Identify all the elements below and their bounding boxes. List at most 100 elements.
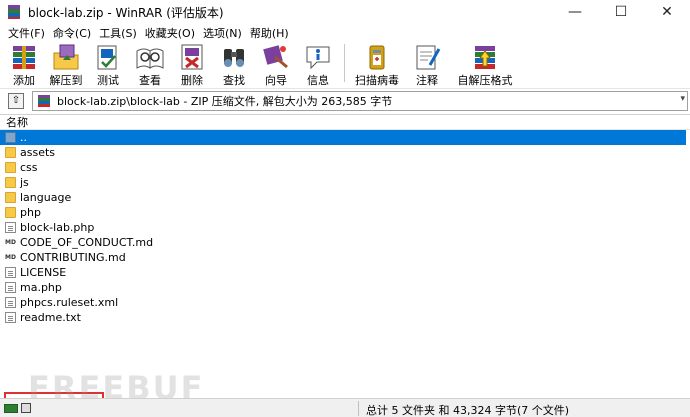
wizard-icon bbox=[261, 43, 291, 71]
file-icon bbox=[5, 312, 16, 323]
add-archive-icon bbox=[9, 43, 39, 71]
comment-button[interactable]: 注释 bbox=[407, 42, 447, 87]
drive-icon[interactable] bbox=[21, 403, 31, 413]
file-name: CONTRIBUTING.md bbox=[20, 251, 126, 264]
minimize-icon: — bbox=[568, 4, 582, 20]
delete-button[interactable]: 删除 bbox=[172, 42, 212, 87]
winrar-app-icon[interactable] bbox=[6, 4, 22, 20]
folder-icon bbox=[5, 162, 16, 173]
toolbar: 添加 解压到 测试 查看 删除 查找 向导 信息 扫描病毒 注释 自解压格式 bbox=[0, 42, 690, 87]
file-name: LICENSE bbox=[20, 266, 67, 279]
file-name: css bbox=[20, 161, 38, 174]
archive-icon bbox=[37, 95, 51, 107]
maximize-button[interactable]: ☐ bbox=[598, 0, 644, 24]
menu-commands[interactable]: 命令(C) bbox=[49, 25, 95, 41]
chevron-down-icon[interactable]: ▾ bbox=[680, 94, 685, 104]
column-header-label: 名称 bbox=[6, 116, 28, 129]
list-item[interactable]: readme.txt bbox=[0, 310, 690, 325]
view-button[interactable]: 查看 bbox=[130, 42, 170, 87]
key-icon[interactable] bbox=[4, 403, 18, 413]
file-icon bbox=[5, 267, 16, 278]
delete-icon bbox=[177, 43, 207, 71]
file-name: php bbox=[20, 206, 41, 219]
wizard-button[interactable]: 向导 bbox=[256, 42, 296, 87]
info-icon bbox=[303, 43, 333, 71]
list-item[interactable]: language bbox=[0, 190, 690, 205]
delete-label: 删除 bbox=[181, 74, 203, 87]
file-name: assets bbox=[20, 146, 56, 159]
folder-icon bbox=[5, 207, 16, 218]
file-name: ma.php bbox=[20, 281, 62, 294]
list-item[interactable]: LICENSE bbox=[0, 265, 690, 280]
list-item[interactable]: assets bbox=[0, 145, 690, 160]
comment-label: 注释 bbox=[416, 74, 438, 87]
menu-favorites[interactable]: 收藏夹(O) bbox=[141, 25, 199, 41]
virus-scan-label: 扫描病毒 bbox=[355, 74, 399, 87]
file-icon bbox=[5, 297, 16, 308]
info-label: 信息 bbox=[307, 74, 329, 87]
list-item[interactable]: css bbox=[0, 160, 690, 175]
column-header-name[interactable]: 名称 bbox=[0, 115, 690, 130]
sfx-button[interactable]: 自解压格式 bbox=[449, 42, 521, 87]
file-name: CODE_OF_CONDUCT.md bbox=[20, 236, 154, 249]
path-combobox[interactable]: block-lab.zip\block-lab - ZIP 压缩文件, 解包大小… bbox=[32, 91, 688, 111]
find-icon bbox=[219, 43, 249, 71]
find-label: 查找 bbox=[223, 74, 245, 87]
markdown-file-icon: MD bbox=[5, 237, 16, 248]
file-name: .. bbox=[20, 131, 27, 144]
view-label: 查看 bbox=[139, 74, 161, 87]
file-name: js bbox=[20, 176, 29, 189]
sfx-label: 自解压格式 bbox=[457, 74, 513, 87]
list-item[interactable]: ma.php bbox=[0, 280, 690, 295]
list-item[interactable]: block-lab.php bbox=[0, 220, 690, 235]
menu-bar: 文件(F) 命令(C) 工具(S) 收藏夹(O) 选项(N) 帮助(H) bbox=[0, 24, 690, 42]
comment-icon bbox=[412, 43, 442, 71]
extract-to-button[interactable]: 解压到 bbox=[46, 42, 86, 87]
menu-options[interactable]: 选项(N) bbox=[199, 25, 246, 41]
list-item[interactable]: php bbox=[0, 205, 690, 220]
virus-scan-icon bbox=[362, 43, 392, 71]
toolbar-separator bbox=[344, 44, 345, 82]
folder-icon bbox=[5, 192, 16, 203]
up-arrow-icon: ⇧ bbox=[11, 95, 21, 106]
status-summary: 总计 5 文件夹 和 43,324 字节(7 个文件) bbox=[366, 404, 570, 417]
list-item[interactable]: phpcs.ruleset.xml bbox=[0, 295, 690, 310]
status-divider bbox=[358, 401, 359, 416]
info-button[interactable]: 信息 bbox=[298, 42, 338, 87]
folder-icon bbox=[5, 147, 16, 158]
maximize-icon: ☐ bbox=[614, 4, 628, 20]
test-label: 测试 bbox=[97, 74, 119, 87]
test-button[interactable]: 测试 bbox=[88, 42, 128, 87]
list-item[interactable]: MD CONTRIBUTING.md bbox=[0, 250, 690, 265]
virus-scan-button[interactable]: 扫描病毒 bbox=[349, 42, 405, 87]
find-button[interactable]: 查找 bbox=[214, 42, 254, 87]
test-icon bbox=[93, 43, 123, 71]
minimize-button[interactable]: — bbox=[552, 0, 598, 24]
list-item[interactable]: MD CODE_OF_CONDUCT.md bbox=[0, 235, 690, 250]
close-button[interactable]: ✕ bbox=[644, 0, 690, 24]
path-text: block-lab.zip\block-lab - ZIP 压缩文件, 解包大小… bbox=[57, 95, 393, 108]
close-icon: ✕ bbox=[661, 4, 673, 20]
address-bar: ⇧ block-lab.zip\block-lab - ZIP 压缩文件, 解包… bbox=[0, 88, 690, 112]
title-bar: block-lab.zip - WinRAR (评估版本) — ☐ ✕ bbox=[0, 0, 690, 24]
file-name: block-lab.php bbox=[20, 221, 95, 234]
file-name: language bbox=[20, 191, 72, 204]
up-folder-button[interactable]: ⇧ bbox=[8, 92, 24, 109]
menu-tools[interactable]: 工具(S) bbox=[95, 25, 141, 41]
folder-up-icon bbox=[5, 132, 16, 143]
file-name: readme.txt bbox=[20, 311, 81, 324]
window-title: block-lab.zip - WinRAR (评估版本) bbox=[28, 5, 224, 20]
menu-help[interactable]: 帮助(H) bbox=[246, 25, 293, 41]
view-icon bbox=[135, 43, 165, 71]
file-icon bbox=[5, 222, 16, 233]
menu-file[interactable]: 文件(F) bbox=[4, 25, 49, 41]
list-item[interactable]: js bbox=[0, 175, 690, 190]
markdown-file-icon: MD bbox=[5, 252, 16, 263]
add-label: 添加 bbox=[13, 74, 35, 87]
list-item[interactable]: .. bbox=[0, 130, 686, 145]
folder-icon bbox=[5, 177, 16, 188]
file-list: 名称 .. assets css js language php block-l… bbox=[0, 114, 690, 411]
file-name: phpcs.ruleset.xml bbox=[20, 296, 119, 309]
add-button[interactable]: 添加 bbox=[4, 42, 44, 87]
extract-to-icon bbox=[51, 43, 81, 71]
